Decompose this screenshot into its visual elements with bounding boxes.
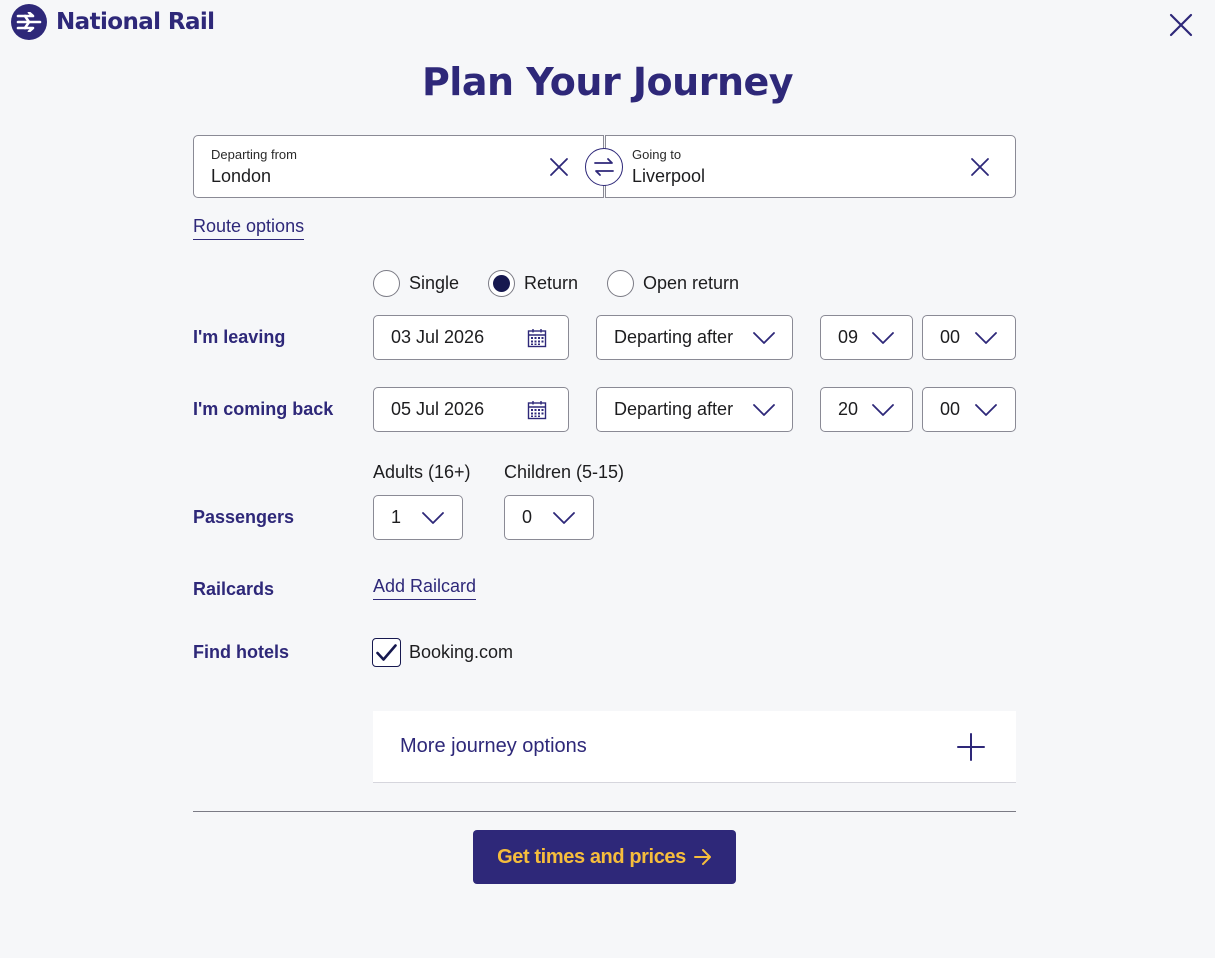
going-to-label: Going to — [632, 147, 682, 162]
departing-from-value[interactable]: London — [211, 166, 271, 187]
children-value: 0 — [522, 507, 533, 527]
chevron-down-icon — [975, 331, 997, 344]
leaving-minute-value: 00 — [940, 327, 961, 347]
radio-open-return[interactable]: Open return — [607, 270, 739, 297]
divider — [193, 811, 1016, 812]
radio-circle[interactable] — [488, 270, 515, 297]
going-to-value[interactable]: Liverpool — [632, 166, 705, 187]
brand-name: National Rail — [56, 9, 215, 35]
chevron-down-icon — [753, 331, 775, 344]
return-mode-select[interactable]: Departing after — [596, 387, 793, 432]
radio-return-label: Return — [524, 273, 579, 293]
departing-from-field[interactable]: Departing from London — [193, 135, 604, 198]
get-times-and-prices-button[interactable]: Get times and prices — [473, 830, 736, 884]
radio-circle[interactable] — [373, 270, 400, 297]
coming-back-label: I'm coming back — [193, 399, 334, 419]
double-arrow-icon — [11, 4, 47, 40]
chevron-down-icon — [975, 403, 997, 416]
radio-single-label: Single — [409, 273, 460, 293]
return-minute-select[interactable]: 00 — [922, 387, 1016, 432]
swap-icon — [594, 158, 614, 176]
booking-label[interactable]: Booking.com — [409, 642, 513, 663]
close-icon — [1169, 13, 1193, 37]
cta-label: Get times and prices — [497, 845, 686, 868]
radio-selected-dot — [493, 275, 510, 292]
return-mode-value: Departing after — [614, 399, 734, 419]
plus-icon — [957, 732, 985, 761]
booking-checkbox[interactable] — [372, 638, 401, 667]
clear-departing-button[interactable] — [549, 157, 569, 177]
leaving-date-value: 03 Jul 2026 — [391, 327, 485, 347]
more-journey-options-label: More journey options — [400, 735, 587, 757]
calendar-icon[interactable] — [527, 328, 547, 348]
chevron-down-icon — [872, 331, 894, 344]
return-date-value: 05 Jul 2026 — [391, 399, 485, 419]
close-icon — [550, 158, 568, 176]
clear-going-to-button[interactable] — [970, 157, 990, 177]
swap-stations-button[interactable] — [585, 148, 623, 186]
leaving-hour-value: 09 — [838, 327, 859, 347]
leaving-mode-select[interactable]: Departing after — [596, 315, 793, 360]
passengers-label: Passengers — [193, 507, 295, 527]
return-hour-select[interactable]: 20 — [820, 387, 913, 432]
radio-open-return-label: Open return — [643, 273, 740, 293]
find-hotels-label: Find hotels — [193, 642, 289, 662]
add-railcard-link[interactable]: Add Railcard — [373, 576, 477, 600]
chevron-down-icon — [553, 511, 575, 524]
return-date-field[interactable]: 05 Jul 2026 — [373, 387, 569, 432]
departing-from-label: Departing from — [211, 147, 297, 162]
children-label: Children (5-15) — [504, 462, 625, 482]
leaving-hour-select[interactable]: 09 — [820, 315, 913, 360]
check-icon — [376, 643, 397, 661]
return-hour-value: 20 — [838, 399, 859, 419]
close-button[interactable] — [1167, 11, 1195, 39]
going-to-field[interactable]: Going to Liverpool — [605, 135, 1016, 198]
radio-single[interactable]: Single — [373, 270, 459, 297]
route-options-link[interactable]: Route options — [193, 216, 305, 240]
radio-return[interactable]: Return — [488, 270, 578, 297]
adults-value: 1 — [391, 507, 402, 527]
calendar-icon[interactable] — [527, 400, 547, 420]
return-minute-value: 00 — [940, 399, 961, 419]
adults-label: Adults (16+) — [373, 462, 471, 482]
leaving-mode-value: Departing after — [614, 327, 734, 347]
railcards-label: Railcards — [193, 579, 275, 599]
children-select[interactable]: 0 — [504, 495, 594, 540]
leaving-minute-select[interactable]: 00 — [922, 315, 1016, 360]
chevron-down-icon — [753, 403, 775, 416]
adults-select[interactable]: 1 — [373, 495, 463, 540]
chevron-down-icon — [422, 511, 444, 524]
more-journey-options[interactable]: More journey options — [373, 711, 1016, 783]
leaving-date-field[interactable]: 03 Jul 2026 — [373, 315, 569, 360]
arrow-right-icon — [693, 849, 711, 865]
leaving-label: I'm leaving — [193, 327, 286, 347]
page-title: Plan Your Journey — [421, 60, 794, 104]
radio-circle[interactable] — [607, 270, 634, 297]
close-icon — [971, 158, 989, 176]
chevron-down-icon — [872, 403, 894, 416]
national-rail-logo[interactable]: National Rail — [11, 4, 215, 40]
